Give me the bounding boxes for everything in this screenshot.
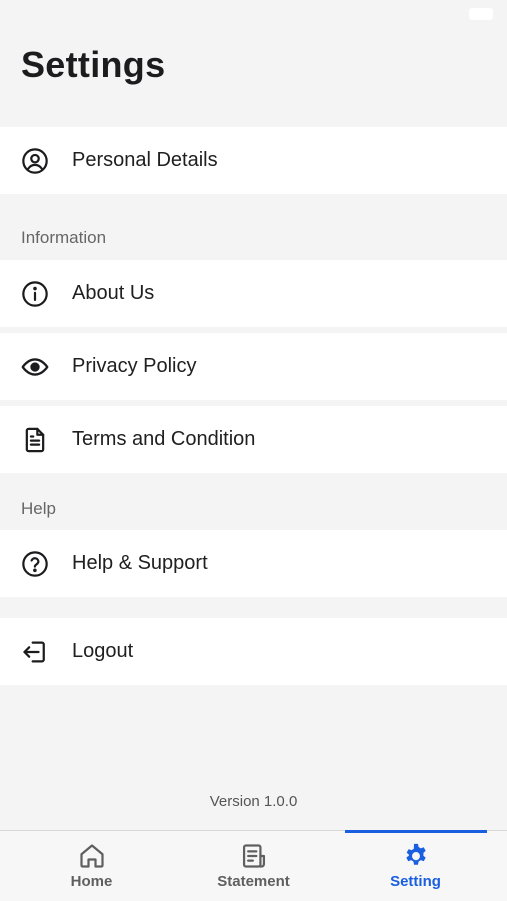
- help-support-label: Help & Support: [72, 552, 208, 574]
- about-us-label: About Us: [72, 282, 155, 304]
- eye-icon: [21, 353, 49, 381]
- privacy-policy-row[interactable]: Privacy Policy: [0, 333, 507, 400]
- about-us-row[interactable]: About Us: [0, 260, 507, 327]
- gear-icon: [402, 842, 430, 870]
- tab-home[interactable]: Home: [7, 831, 176, 901]
- terms-label: Terms and Condition: [72, 428, 256, 450]
- tab-statement-label: Statement: [217, 873, 290, 890]
- status-bar: [0, 0, 507, 28]
- user-circle-icon: [21, 147, 49, 175]
- logout-icon: [21, 638, 49, 666]
- bottom-tab-bar: Home Statement Setting: [0, 830, 507, 901]
- terms-row[interactable]: Terms and Condition: [0, 406, 507, 473]
- logout-label: Logout: [72, 640, 134, 662]
- tab-setting-label: Setting: [390, 873, 441, 890]
- document-icon: [21, 426, 49, 454]
- help-circle-icon: [21, 550, 49, 578]
- home-icon: [78, 842, 106, 870]
- info-icon: [21, 280, 49, 308]
- privacy-policy-label: Privacy Policy: [72, 355, 197, 377]
- statement-icon: [240, 842, 268, 870]
- tab-statement[interactable]: Statement: [169, 831, 338, 901]
- battery-icon: [469, 8, 493, 20]
- personal-details-row[interactable]: Personal Details: [0, 127, 507, 194]
- help-support-row[interactable]: Help & Support: [0, 530, 507, 597]
- app-version: Version 1.0.0: [209, 793, 298, 810]
- page-title: Settings: [21, 44, 166, 85]
- section-label-help: Help: [21, 499, 56, 518]
- section-label-information: Information: [21, 228, 107, 247]
- personal-details-label: Personal Details: [72, 149, 218, 171]
- logout-row[interactable]: Logout: [0, 618, 507, 685]
- tab-home-label: Home: [70, 873, 113, 890]
- tab-setting[interactable]: Setting: [331, 831, 500, 901]
